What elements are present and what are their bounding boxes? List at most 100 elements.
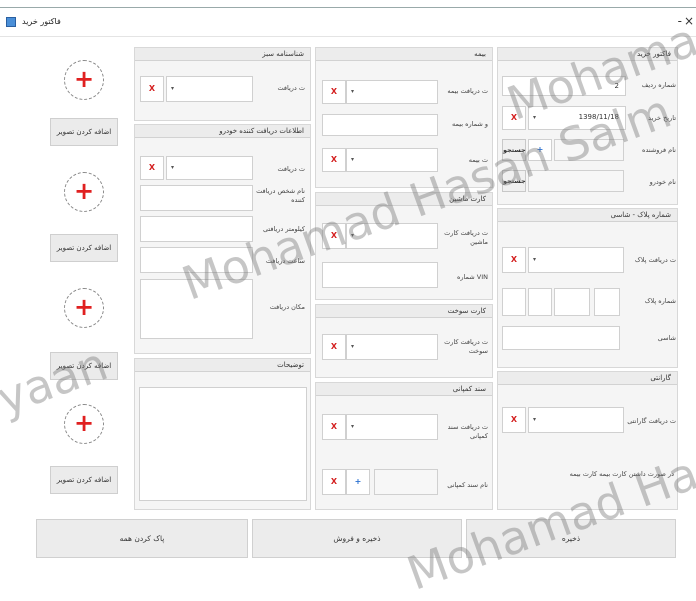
plate-receipt-label: ت دریافت پلاک [634, 256, 676, 264]
company-document-panel: سند کمپانی ت دریافت سند کمپانی X ▾ نام س… [315, 382, 493, 510]
car-card-receipt-label: ت دریافت کارت ماشین [444, 229, 488, 246]
minimize-button[interactable]: - [678, 14, 682, 28]
received-km-field[interactable] [140, 216, 253, 242]
plate-part-1-field[interactable] [502, 288, 526, 316]
green-card-receipt-date-picker[interactable]: ▾ [166, 76, 253, 102]
add-image-button-2[interactable]: اضافه کردن تصویر [50, 234, 118, 262]
add-image-button-3[interactable]: اضافه کردن تصویر [50, 352, 118, 380]
insurance-date-clear-button[interactable]: X [322, 148, 346, 172]
chassis-field[interactable] [502, 326, 620, 350]
company-document-receipt-clear-button[interactable]: X [322, 414, 346, 440]
add-image-icon: + [73, 177, 95, 205]
plate-part-2-field[interactable] [528, 288, 552, 316]
image-placeholder-1[interactable]: + [64, 60, 104, 100]
fuel-card-receipt-date-picker[interactable]: ▾ [346, 334, 438, 360]
seller-name-label: نام فروشنده [642, 146, 676, 154]
receiver-name-field[interactable] [140, 185, 253, 211]
chevron-down-icon: ▾ [351, 156, 355, 163]
purchase-date-picker[interactable]: ▾ 1398/11/18 [528, 106, 626, 130]
company-document-name-clear-button[interactable]: X [322, 469, 346, 495]
receipt-date-label: ت دریافت [277, 165, 306, 173]
company-document-name-field[interactable] [374, 469, 438, 495]
title-bar: فاکتور خرید - × [0, 8, 696, 37]
company-document-name-label: نام سند کمپانی [447, 481, 488, 489]
row-number-field[interactable]: 2 [502, 76, 626, 96]
insurance-date-picker[interactable]: ▾ [346, 148, 438, 172]
fuel-card-receipt-clear-button[interactable]: X [322, 334, 346, 360]
green-card-receipt-label: ت دریافت [277, 84, 306, 92]
plate-part-3-field[interactable] [554, 288, 590, 316]
plate-number-label: شماره پلاک [644, 297, 676, 305]
warranty-note-label: در صورت داشتن کارت بیمه کارت بیمه [569, 470, 674, 478]
add-seller-button[interactable]: + [528, 139, 552, 161]
chassis-label: شاسی [657, 334, 676, 342]
chevron-down-icon: ▾ [351, 232, 355, 239]
plate-panel-header: شماره پلاک - شاسی [498, 209, 677, 222]
seller-search-button[interactable]: جستجو [502, 139, 526, 161]
image-placeholder-4[interactable]: + [64, 404, 104, 444]
add-company-document-button[interactable]: + [346, 469, 370, 495]
invoice-panel-header: فاکتور خرید [498, 48, 677, 61]
car-search-button[interactable]: جستجو [502, 170, 526, 192]
insurance-receipt-clear-button[interactable]: X [322, 80, 346, 104]
plate-receipt-clear-button[interactable]: X [502, 247, 526, 273]
receipt-time-label: ساعت دریافت [265, 257, 305, 265]
chevron-down-icon: ▾ [171, 164, 175, 171]
company-document-receipt-label: ت دریافت سند کمپانی [447, 423, 488, 440]
vin-field[interactable] [322, 262, 438, 288]
company-document-receipt-date-picker[interactable]: ▾ [346, 414, 438, 440]
row-number-value: 2 [614, 82, 619, 90]
purchase-date-clear-button[interactable]: X [502, 106, 526, 130]
add-image-icon: + [73, 293, 95, 321]
warranty-receipt-date-picker[interactable]: ▾ [528, 407, 624, 433]
receipt-place-field[interactable] [140, 279, 253, 339]
notes-panel-header: توضیحات [135, 359, 310, 372]
warranty-receipt-label: ت دریافت گارانتی [627, 417, 676, 425]
image-placeholder-2[interactable]: + [64, 172, 104, 212]
add-image-icon: + [73, 409, 95, 437]
row-number-label: شماره ردیف [641, 81, 676, 89]
car-name-field[interactable] [528, 170, 624, 192]
warranty-panel: گارانتی ت دریافت گارانتی X ▾ در صورت داش… [497, 371, 678, 510]
purchase-date-label: تاریخ خرید [648, 114, 676, 122]
fuel-card-panel-header: کارت سوخت [316, 305, 492, 318]
notes-panel: توضیحات [134, 358, 311, 510]
clear-all-button[interactable]: پاک کردن همه [36, 519, 248, 558]
app-icon [6, 17, 16, 27]
vin-label: شماره VIN [456, 273, 488, 281]
image-placeholder-3[interactable]: + [64, 288, 104, 328]
green-card-panel: شناسنامه سبز ت دریافت X ▾ [134, 47, 311, 121]
plate-part-4-field[interactable] [594, 288, 620, 316]
save-button[interactable]: ذخیره [466, 519, 676, 558]
car-card-panel: کارت ماشین ت دریافت کارت ماشین X ▾ شماره… [315, 192, 493, 300]
add-image-icon: + [73, 65, 95, 93]
plate-receipt-date-picker[interactable]: ▾ [528, 247, 624, 273]
fuel-card-receipt-label: ت دریافت کارت سوخت [444, 338, 488, 355]
car-card-receipt-date-picker[interactable]: ▾ [346, 223, 438, 249]
receipt-info-panel: اطلاعات دریافت کننده خودرو ت دریافت X ▾ … [134, 124, 311, 354]
plate-panel: شماره پلاک - شاسی ت دریافت پلاک X ▾ شمار… [497, 208, 678, 368]
window-top-edge [0, 0, 696, 8]
seller-name-field[interactable] [554, 139, 624, 161]
fuel-card-panel: کارت سوخت ت دریافت کارت سوخت X ▾ [315, 304, 493, 378]
invoice-panel: فاکتور خرید شماره ردیف 2 تاریخ خرید X ▾ … [497, 47, 678, 205]
received-km-label: کیلومتر دریافتی [263, 225, 305, 233]
notes-textarea[interactable] [139, 387, 307, 501]
chevron-down-icon: ▾ [533, 114, 537, 121]
insurance-number-field[interactable] [322, 114, 438, 136]
insurance-number-label: و شماره بیمه [451, 120, 488, 128]
add-image-button-1[interactable]: اضافه کردن تصویر [50, 118, 118, 146]
car-card-panel-header: کارت ماشین [316, 193, 492, 206]
save-and-sell-button[interactable]: ذخیره و فروش [252, 519, 462, 558]
add-image-button-4[interactable]: اضافه کردن تصویر [50, 466, 118, 494]
receipt-date-picker[interactable]: ▾ [166, 156, 253, 180]
insurance-panel: بیمه ت دریافت بیمه X ▾ و شماره بیمه ت بی… [315, 47, 493, 188]
insurance-receipt-date-picker[interactable]: ▾ [346, 80, 438, 104]
car-card-receipt-clear-button[interactable]: X [322, 223, 346, 249]
warranty-receipt-clear-button[interactable]: X [502, 407, 526, 433]
close-button[interactable]: × [684, 14, 694, 28]
receipt-time-field[interactable] [140, 247, 253, 273]
insurance-panel-header: بیمه [316, 48, 492, 61]
green-card-receipt-clear-button[interactable]: X [140, 76, 164, 102]
receipt-date-clear-button[interactable]: X [140, 156, 164, 180]
